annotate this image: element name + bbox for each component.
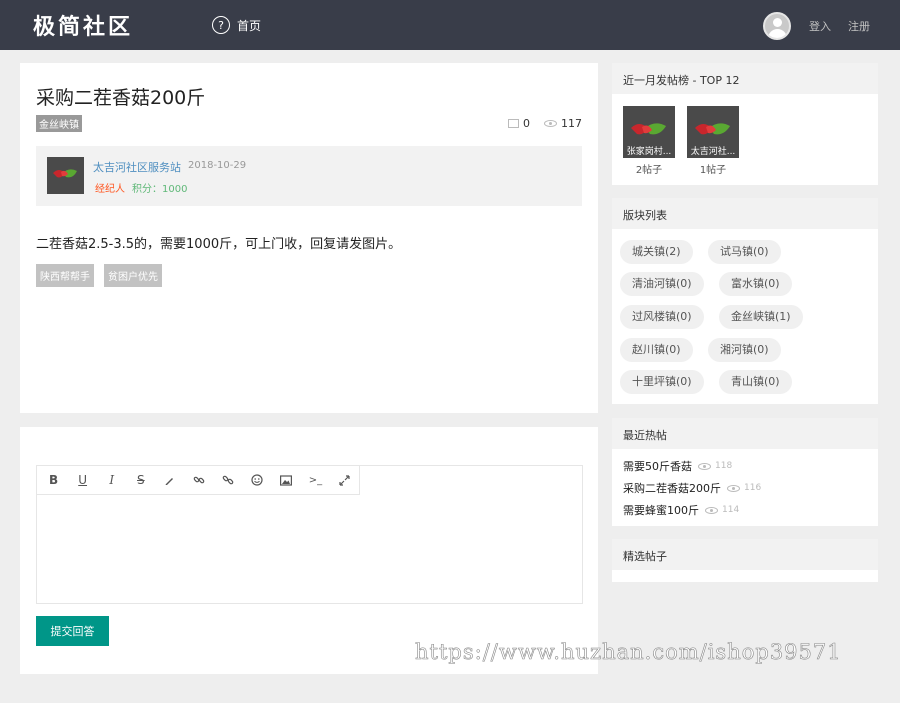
author-info: 太吉河社区服务站 2018-10-29 经纪人 积分：1000 bbox=[36, 146, 582, 206]
poster-avatar: 张家岗村... bbox=[623, 106, 675, 158]
board-pill[interactable]: 金丝峡镇(1) bbox=[719, 305, 803, 329]
board-pill[interactable]: 青山镇(0) bbox=[719, 370, 792, 394]
reply-editor: B U I S >_ bbox=[36, 465, 583, 604]
views-icon bbox=[727, 484, 740, 492]
hot-post-item[interactable]: 采购二茬香菇200斤 116 bbox=[623, 480, 761, 496]
views-icon bbox=[698, 462, 711, 470]
hot-post-views: 114 bbox=[722, 505, 740, 515]
nav-home-label: 首页 bbox=[237, 18, 262, 33]
hot-post-views: 116 bbox=[744, 483, 762, 493]
question-circle-icon: ? bbox=[212, 16, 230, 34]
poster-count: 1帖子 bbox=[699, 165, 727, 176]
poster-name: 张家岗村... bbox=[626, 147, 672, 157]
italic-icon[interactable]: I bbox=[97, 466, 126, 494]
post-detail: 采购二茬香菇200斤 金丝峡镇 0 117 太吉河社区服务站 2018-10-2… bbox=[20, 63, 598, 413]
featured-posts-title: 精选帖子 bbox=[612, 539, 878, 570]
hot-post-views: 118 bbox=[715, 461, 733, 471]
author-role: 经纪人 bbox=[95, 184, 125, 195]
author-name[interactable]: 太吉河社区服务站 bbox=[93, 159, 181, 175]
board-pill[interactable]: 赵川镇(0) bbox=[620, 338, 693, 362]
board-pill[interactable]: 城关镇(2) bbox=[620, 240, 693, 264]
views-icon bbox=[544, 120, 557, 127]
post-title: 采购二茬香菇200斤 bbox=[36, 87, 206, 109]
top-header: 极简社区 ? 首页 登入 注册 bbox=[0, 0, 900, 50]
poster-avatar: 太吉河社... bbox=[687, 106, 739, 158]
hot-post-item[interactable]: 需要50斤香菇 118 bbox=[623, 458, 732, 474]
post-date: 2018-10-29 bbox=[188, 160, 247, 171]
boards-card: 版块列表 城关镇(2) 试马镇(0) 清油河镇(0) 富水镇(0) 过风楼镇(0… bbox=[612, 198, 878, 404]
nav-home-link[interactable]: ? 首页 bbox=[212, 16, 261, 34]
top-posters-title: 近一月发帖榜 - TOP 12 bbox=[612, 63, 878, 94]
hot-posts-card: 最近热帖 需要50斤香菇 118 采购二茬香菇200斤 116 需要蜂蜜100斤… bbox=[612, 418, 878, 526]
reply-panel: B U I S >_ 提交回答 bbox=[20, 427, 598, 674]
featured-posts-card: 精选帖子 bbox=[612, 539, 878, 582]
board-pill[interactable]: 过风楼镇(0) bbox=[620, 305, 704, 329]
post-stats: 0 117 bbox=[508, 117, 582, 130]
board-pill[interactable]: 湘河镇(0) bbox=[708, 338, 781, 362]
hot-posts-title: 最近热帖 bbox=[612, 418, 878, 449]
category-tag[interactable]: 金丝峡镇 bbox=[36, 115, 82, 132]
unlink-icon[interactable] bbox=[214, 466, 243, 494]
hot-post-item[interactable]: 需要蜂蜜100斤 114 bbox=[623, 502, 739, 518]
hot-post-title: 采购二茬香菇200斤 bbox=[623, 482, 721, 495]
login-link[interactable]: 登入 bbox=[809, 18, 831, 34]
board-pill[interactable]: 清油河镇(0) bbox=[620, 272, 704, 296]
reply-textarea[interactable] bbox=[37, 495, 582, 603]
fullscreen-icon[interactable] bbox=[330, 466, 359, 494]
author-avatar[interactable] bbox=[47, 157, 84, 194]
post-tag[interactable]: 贫困户优先 bbox=[104, 264, 162, 287]
hot-post-title: 需要蜂蜜100斤 bbox=[623, 504, 699, 517]
bold-icon[interactable]: B bbox=[39, 466, 68, 494]
board-pill[interactable]: 试马镇(0) bbox=[708, 240, 781, 264]
hot-post-title: 需要50斤香菇 bbox=[623, 460, 692, 473]
code-icon[interactable]: >_ bbox=[301, 466, 330, 494]
emoji-icon[interactable] bbox=[243, 466, 272, 494]
view-count: 117 bbox=[561, 117, 582, 130]
watermark-text: https://www.huzhan.com/ishop39571 bbox=[415, 640, 842, 665]
comment-icon bbox=[508, 119, 519, 128]
user-avatar-icon[interactable] bbox=[763, 12, 791, 40]
image-icon[interactable] bbox=[272, 466, 301, 494]
top-poster-item[interactable]: 张家岗村... 2帖子 bbox=[623, 106, 675, 176]
board-pill[interactable]: 富水镇(0) bbox=[719, 272, 792, 296]
author-points: 积分：1000 bbox=[132, 184, 188, 195]
register-link[interactable]: 注册 bbox=[848, 18, 870, 34]
top-posters-card: 近一月发帖榜 - TOP 12 张家岗村... 2帖子 太吉河社... 1帖子 bbox=[612, 63, 878, 185]
views-icon bbox=[705, 506, 718, 514]
submit-reply-button[interactable]: 提交回答 bbox=[36, 616, 109, 646]
post-tag[interactable]: 陕西帮帮手 bbox=[36, 264, 94, 287]
editor-toolbar: B U I S >_ bbox=[37, 466, 360, 495]
boards-title: 版块列表 bbox=[612, 198, 878, 229]
top-poster-item[interactable]: 太吉河社... 1帖子 bbox=[687, 106, 739, 176]
link-icon[interactable] bbox=[184, 466, 213, 494]
underline-icon[interactable]: U bbox=[68, 466, 97, 494]
site-logo[interactable]: 极简社区 bbox=[33, 9, 133, 41]
post-body: 二茬香菇2.5-3.5的，需要1000斤，可上门收，回复请发图片。 bbox=[36, 237, 402, 252]
poster-name: 太吉河社... bbox=[690, 147, 736, 157]
pen-icon[interactable] bbox=[155, 466, 184, 494]
strikethrough-icon[interactable]: S bbox=[126, 466, 155, 494]
comment-count: 0 bbox=[523, 117, 530, 130]
board-pill[interactable]: 十里坪镇(0) bbox=[620, 370, 704, 394]
poster-count: 2帖子 bbox=[635, 165, 663, 176]
